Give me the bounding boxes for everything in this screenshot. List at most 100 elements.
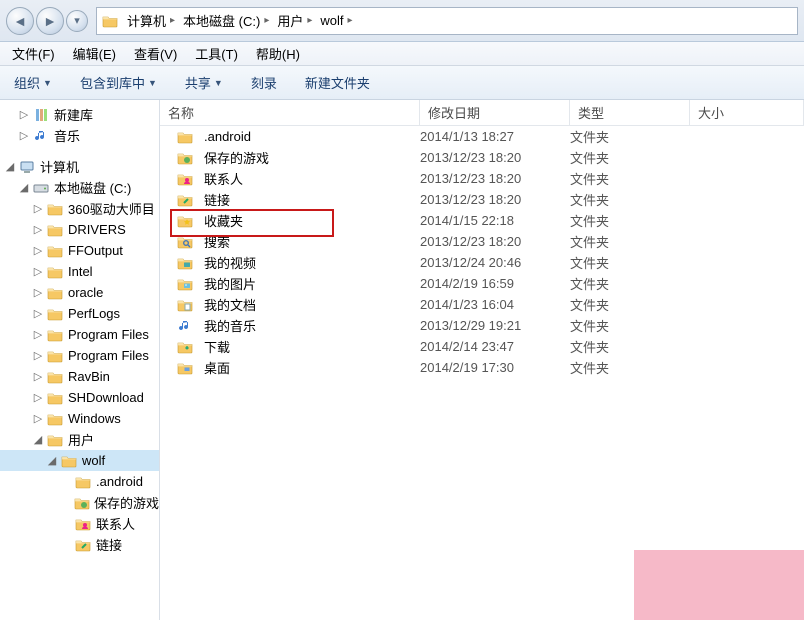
tree-folder[interactable]: ▷ oracle (0, 282, 159, 303)
collapse-icon[interactable]: ◢ (46, 454, 58, 467)
chevron-down-icon: ▼ (214, 78, 223, 88)
tree-folder[interactable]: ◢用户 (0, 429, 159, 450)
list-item[interactable]: 下载2014/2/14 23:47文件夹 (160, 336, 804, 357)
tree-folder[interactable]: ▷360驱动大师目 (0, 198, 159, 219)
tree-folder[interactable]: ▷Windows (0, 408, 159, 429)
crumb-computer[interactable]: 计算机▸ (123, 8, 179, 34)
list-item[interactable]: .android2014/1/13 18:27文件夹 (160, 126, 804, 147)
crumb-users[interactable]: 用户▸ (273, 8, 316, 34)
file-type: 文件夹 (570, 211, 690, 230)
address-bar[interactable]: 计算机▸ 本地磁盘 (C:)▸ 用户▸ wolf▸ (96, 7, 798, 35)
list-item[interactable]: 收藏夹2014/1/15 22:18文件夹 (160, 210, 804, 231)
folder-icon (101, 12, 119, 30)
search-icon (176, 234, 194, 250)
expand-icon[interactable]: ▷ (32, 244, 44, 257)
expand-icon[interactable]: ▷ (32, 265, 44, 278)
folder-icon (74, 537, 92, 553)
list-item[interactable]: 我的图片2014/2/19 16:59文件夹 (160, 273, 804, 294)
menu-help[interactable]: 帮助(H) (250, 42, 306, 65)
tree-folder[interactable]: ▷ RavBin (0, 366, 159, 387)
tree-user-wolf[interactable]: ◢wolf (0, 450, 159, 471)
file-name: 我的视频 (204, 253, 256, 272)
nav-back-button[interactable]: ◄ (6, 7, 34, 35)
list-item[interactable]: 链接2013/12/23 18:20文件夹 (160, 189, 804, 210)
expand-icon[interactable]: ▷ (32, 307, 44, 320)
expand-icon[interactable]: ▷ (32, 223, 44, 236)
col-date[interactable]: 修改日期 (420, 100, 570, 125)
menu-tools[interactable]: 工具(T) (189, 42, 244, 65)
crumb-drive[interactable]: 本地磁盘 (C:)▸ (179, 8, 273, 34)
tree-folder[interactable]: 保存的游戏 (0, 492, 159, 513)
tree-folder[interactable]: ▷SHDownload (0, 387, 159, 408)
col-name[interactable]: 名称 (160, 100, 420, 125)
tb-organize[interactable]: 组织▼ (8, 70, 58, 95)
expand-icon[interactable]: ▷ (18, 108, 30, 121)
crumb-wolf[interactable]: wolf▸ (316, 8, 356, 34)
col-size[interactable]: 大小 (690, 100, 804, 125)
list-item[interactable]: 搜索2013/12/23 18:20文件夹 (160, 231, 804, 252)
tree-folder[interactable]: 链接 (0, 534, 159, 555)
expand-icon[interactable]: ◢ (32, 433, 44, 446)
expand-icon[interactable]: ▷ (18, 129, 30, 142)
menu-edit[interactable]: 编辑(E) (67, 42, 122, 65)
expand-icon[interactable]: ▷ (32, 286, 44, 299)
expand-icon[interactable]: ▷ (32, 202, 44, 215)
games-icon (176, 150, 194, 166)
tb-share[interactable]: 共享▼ (179, 70, 229, 95)
list-item[interactable]: 我的视频2013/12/24 20:46文件夹 (160, 252, 804, 273)
tree-new-library[interactable]: ▷新建库 (0, 104, 159, 125)
list-item[interactable]: 桌面2014/2/19 17:30文件夹 (160, 357, 804, 378)
file-date: 2014/1/15 22:18 (420, 213, 570, 228)
file-name: 保存的游戏 (204, 148, 269, 167)
tree-computer[interactable]: ◢计算机 (0, 156, 159, 177)
chevron-right-icon: ▸ (264, 15, 269, 26)
expand-icon[interactable]: ▷ (32, 412, 44, 425)
nav-history-dropdown[interactable]: ▾ (66, 10, 88, 32)
tree-folder[interactable]: ▷FFOutput (0, 240, 159, 261)
tree-folder[interactable]: 联系人 (0, 513, 159, 534)
expand-icon[interactable]: ▷ (32, 349, 44, 362)
tree-folder[interactable]: ▷Program Files (0, 324, 159, 345)
overlay-artifact (634, 550, 804, 620)
list-item[interactable]: 我的文档2014/1/23 16:04文件夹 (160, 294, 804, 315)
file-date: 2013/12/23 18:20 (420, 192, 570, 207)
navigation-tree: ▷新建库 ▷音乐 ◢计算机 ◢本地磁盘 (C:) ▷360驱动大师目▷DRIVE… (0, 100, 160, 620)
expand-icon[interactable]: ▷ (32, 391, 44, 404)
folder-icon (46, 306, 64, 322)
expand-icon[interactable]: ▷ (32, 328, 44, 341)
menu-file[interactable]: 文件(F) (6, 42, 61, 65)
tree-label: oracle (68, 285, 103, 300)
chevron-down-icon: ▼ (43, 78, 52, 88)
expand-icon[interactable]: ▷ (32, 370, 44, 383)
menu-view[interactable]: 查看(V) (128, 42, 183, 65)
list-item[interactable]: 我的音乐2013/12/29 19:21文件夹 (160, 315, 804, 336)
folder-icon (46, 390, 64, 406)
list-item[interactable]: 联系人2013/12/23 18:20文件夹 (160, 168, 804, 189)
docs-icon (176, 297, 194, 313)
col-type[interactable]: 类型 (570, 100, 690, 125)
tree-label: RavBin (68, 369, 110, 384)
column-headers: 名称 修改日期 类型 大小 (160, 100, 804, 126)
tree-label: 联系人 (96, 514, 135, 533)
tree-folder[interactable]: ▷Intel (0, 261, 159, 282)
tb-burn[interactable]: 刻录 (245, 70, 283, 95)
file-date: 2013/12/23 18:20 (420, 171, 570, 186)
file-date: 2014/2/14 23:47 (420, 339, 570, 354)
tb-include-in-library[interactable]: 包含到库中▼ (74, 70, 163, 95)
tree-folder[interactable]: ▷Program Files (0, 345, 159, 366)
nav-forward-button[interactable]: ► (36, 7, 64, 35)
list-item[interactable]: 保存的游戏2013/12/23 18:20文件夹 (160, 147, 804, 168)
collapse-icon[interactable]: ◢ (18, 181, 30, 194)
folder-icon (46, 411, 64, 427)
tree-folder[interactable]: ▷PerfLogs (0, 303, 159, 324)
tree-music[interactable]: ▷音乐 (0, 125, 159, 146)
tree-drive-c[interactable]: ◢本地磁盘 (C:) (0, 177, 159, 198)
collapse-icon[interactable]: ◢ (4, 160, 16, 173)
file-type: 文件夹 (570, 274, 690, 293)
tree-folder[interactable]: ▷DRIVERS (0, 219, 159, 240)
tb-new-folder[interactable]: 新建文件夹 (299, 70, 376, 95)
file-type: 文件夹 (570, 337, 690, 356)
folder-icon (46, 222, 64, 238)
computer-icon (18, 159, 36, 175)
tree-folder[interactable]: .android (0, 471, 159, 492)
